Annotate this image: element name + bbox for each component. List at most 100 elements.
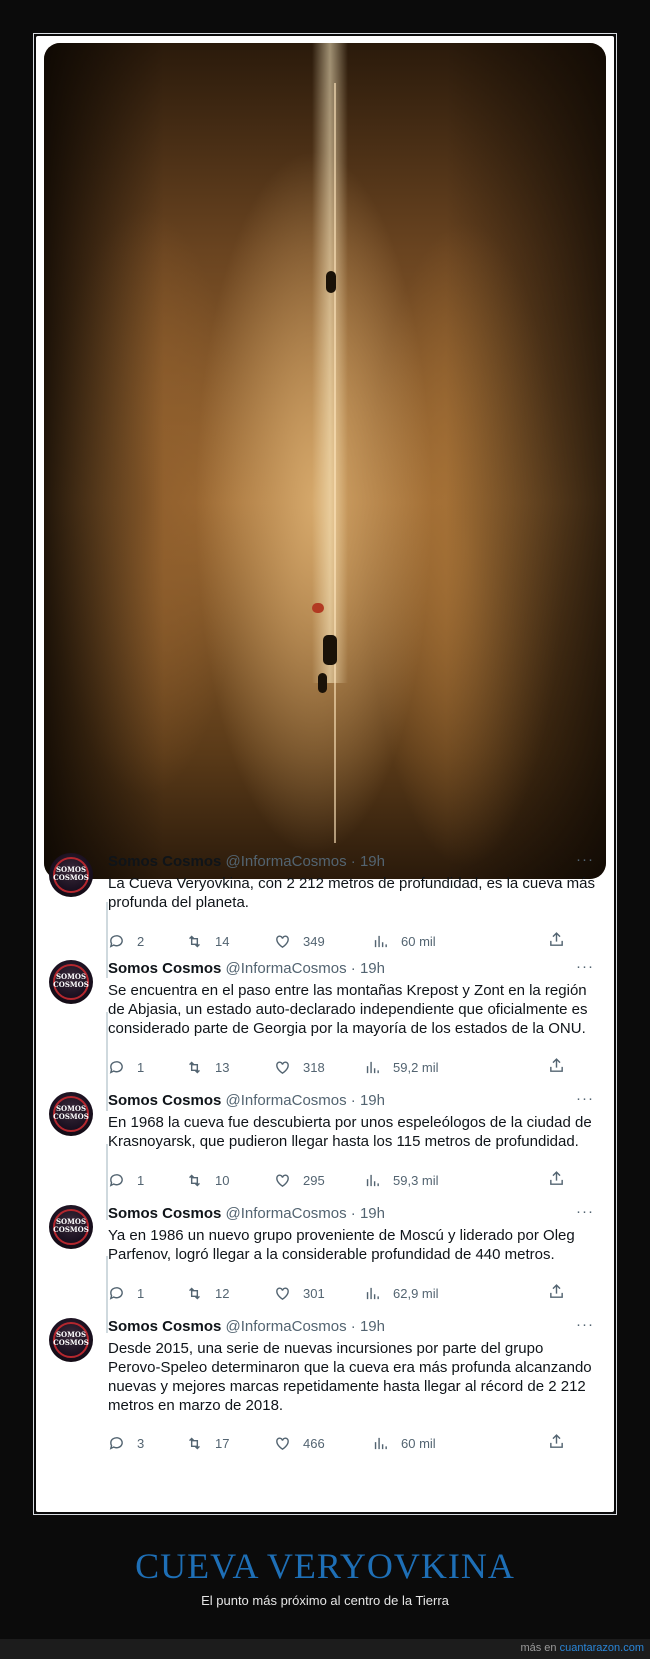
tweet-header: Somos Cosmos @InformaCosmos · 19h <box>108 1092 385 1109</box>
tweet-time[interactable]: · 19h <box>351 1092 385 1109</box>
share-icon[interactable] <box>548 1170 565 1187</box>
tweet-time[interactable]: · 19h <box>351 853 385 870</box>
avatar[interactable]: SOMOS COSMOS <box>49 853 93 897</box>
like-button[interactable]: 301 <box>274 1283 325 1303</box>
reply-icon <box>109 1436 123 1450</box>
heart-icon <box>276 1436 289 1450</box>
retweet-button[interactable]: 10 <box>186 1170 229 1190</box>
reply-count: 1 <box>137 1172 145 1188</box>
retweet-icon <box>189 1174 200 1186</box>
share-icon[interactable] <box>548 1433 565 1450</box>
meme-subtitle: El punto más próximo al centro de la Tie… <box>201 1593 449 1608</box>
views-count: 59,3 mil <box>393 1172 439 1188</box>
like-count: 466 <box>303 1435 325 1451</box>
retweet-button[interactable]: 17 <box>186 1433 229 1453</box>
reply-button[interactable]: 1 <box>108 1170 144 1190</box>
tweet-text: Se encuentra en el paso entre las montañ… <box>108 982 588 1037</box>
author-handle[interactable]: @InformaCosmos <box>226 960 347 977</box>
views-count: 59,2 mil <box>393 1059 439 1075</box>
share-icon[interactable] <box>548 1057 565 1074</box>
tweet-header: Somos Cosmos @InformaCosmos · 19h <box>108 1318 385 1335</box>
heart-icon <box>276 1060 289 1074</box>
source-link[interactable]: cuantarazon.com <box>560 1642 644 1654</box>
source-bar: más en cuantarazon.com <box>0 1639 650 1659</box>
share-icon[interactable] <box>548 931 565 948</box>
more-options-icon[interactable]: ··· <box>576 958 594 975</box>
heart-icon <box>276 934 289 948</box>
like-button[interactable]: 318 <box>274 1057 325 1077</box>
tweet-text: Ya en 1986 un nuevo grupo proveniente de… <box>108 1227 575 1263</box>
retweet-count: 13 <box>215 1059 230 1075</box>
avatar[interactable]: SOMOS COSMOS <box>49 960 93 1004</box>
more-options-icon[interactable]: ··· <box>576 851 594 868</box>
views-icon <box>374 935 387 947</box>
meme-title: CUEVA VERYOVKINA <box>135 1546 515 1586</box>
views-count: 60 mil <box>401 1435 436 1451</box>
author-name[interactable]: Somos Cosmos <box>108 1318 221 1335</box>
reply-count: 2 <box>137 933 145 949</box>
more-options-icon[interactable]: ··· <box>576 1203 594 1220</box>
avatar[interactable]: SOMOS COSMOS <box>49 1318 93 1362</box>
reply-icon <box>109 934 123 948</box>
reply-count: 1 <box>137 1285 145 1301</box>
source-credit: más en cuantarazon.com <box>520 1642 644 1654</box>
reply-icon <box>109 1060 123 1074</box>
reply-button[interactable]: 2 <box>108 931 144 951</box>
more-options-icon[interactable]: ··· <box>576 1090 594 1107</box>
views-button[interactable]: 59,3 mil <box>364 1170 439 1190</box>
reply-button[interactable]: 1 <box>108 1283 144 1303</box>
tweet-time[interactable]: · 19h <box>351 1205 385 1222</box>
author-name[interactable]: Somos Cosmos <box>108 853 221 870</box>
author-handle[interactable]: @InformaCosmos <box>226 1205 347 1222</box>
tweet-time[interactable]: · 19h <box>351 960 385 977</box>
reply-icon <box>109 1286 123 1300</box>
like-button[interactable]: 466 <box>274 1433 325 1453</box>
views-icon <box>374 1437 387 1449</box>
author-handle[interactable]: @InformaCosmos <box>226 853 347 870</box>
like-count: 349 <box>303 933 325 949</box>
like-button[interactable]: 349 <box>274 931 325 951</box>
author-name[interactable]: Somos Cosmos <box>108 1205 221 1222</box>
views-button[interactable]: 60 mil <box>372 1433 436 1453</box>
retweet-icon <box>189 935 200 947</box>
author-name[interactable]: Somos Cosmos <box>108 960 221 977</box>
views-button[interactable]: 62,9 mil <box>364 1283 439 1303</box>
retweet-count: 12 <box>215 1285 230 1301</box>
views-button[interactable]: 59,2 mil <box>364 1057 439 1077</box>
retweet-count: 14 <box>215 933 230 949</box>
heart-icon <box>276 1286 289 1300</box>
retweet-icon <box>189 1287 200 1299</box>
reply-count: 3 <box>137 1435 145 1451</box>
reply-icon <box>109 1173 123 1187</box>
retweet-icon <box>189 1061 200 1073</box>
reply-button[interactable]: 3 <box>108 1433 144 1453</box>
author-handle[interactable]: @InformaCosmos <box>226 1318 347 1335</box>
retweet-button[interactable]: 12 <box>186 1283 229 1303</box>
credit-prefix: más en <box>520 1642 557 1654</box>
tweet-time[interactable]: · 19h <box>351 1318 385 1335</box>
views-icon <box>366 1061 379 1073</box>
avatar[interactable]: SOMOS COSMOS <box>49 1092 93 1136</box>
views-button[interactable]: 60 mil <box>372 931 436 951</box>
cave-photo <box>44 43 606 879</box>
tweet-thread-card: SOMOS COSMOS Somos Cosmos @InformaCosmos … <box>36 36 614 1512</box>
retweet-icon <box>189 1437 200 1449</box>
tweet-header: Somos Cosmos @InformaCosmos · 19h <box>108 1205 385 1222</box>
more-options-icon[interactable]: ··· <box>576 1316 594 1333</box>
author-name[interactable]: Somos Cosmos <box>108 1092 221 1109</box>
tweet-actions: 1 13 318 59,2 mil <box>108 1057 563 1077</box>
retweet-button[interactable]: 13 <box>186 1057 229 1077</box>
tweet-actions: 3 17 466 60 mil <box>108 1433 563 1453</box>
like-count: 295 <box>303 1172 325 1188</box>
views-icon <box>366 1287 379 1299</box>
like-count: 318 <box>303 1059 325 1075</box>
tweet-header: Somos Cosmos @InformaCosmos · 19h <box>108 960 385 977</box>
retweet-button[interactable]: 14 <box>186 931 229 951</box>
avatar[interactable]: SOMOS COSMOS <box>49 1205 93 1249</box>
reply-button[interactable]: 1 <box>108 1057 144 1077</box>
tweet-actions: 1 12 301 62,9 mil <box>108 1283 563 1303</box>
share-icon[interactable] <box>548 1283 565 1300</box>
author-handle[interactable]: @InformaCosmos <box>226 1092 347 1109</box>
like-button[interactable]: 295 <box>274 1170 325 1190</box>
reply-count: 1 <box>137 1059 145 1075</box>
